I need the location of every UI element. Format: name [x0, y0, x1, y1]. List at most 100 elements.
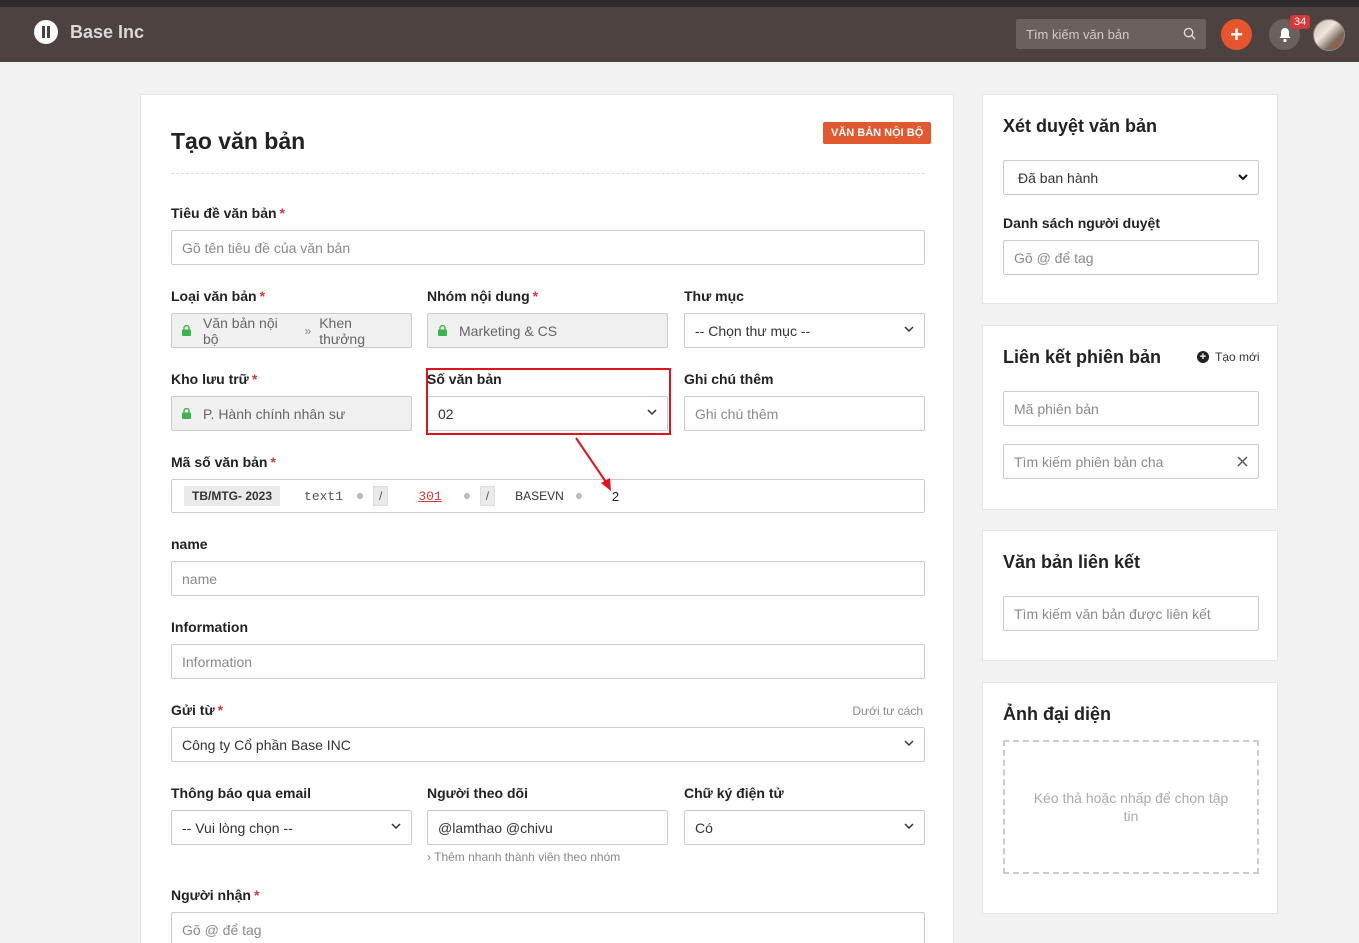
create-document-card: Tạo văn bản VĂN BẢN NỘI BỘ Tiêu đề văn b…: [140, 94, 954, 943]
information-input[interactable]: [182, 653, 914, 670]
chevron-down-icon: [904, 740, 914, 747]
sent-from-value: Công ty Cổ phần Base INC: [182, 736, 351, 753]
content-group-field: Marketing & CS: [427, 313, 668, 348]
plus-circle-icon: +: [1197, 351, 1209, 363]
parent-version-input[interactable]: [1014, 453, 1237, 470]
doc-code-text1: text1: [304, 488, 344, 504]
esign-select[interactable]: Có: [684, 810, 925, 845]
chevron-down-icon: [904, 326, 914, 333]
create-version-button[interactable]: + Tạo mới: [1197, 350, 1260, 364]
doc-title-field[interactable]: [171, 230, 925, 265]
name-input[interactable]: [182, 570, 914, 587]
user-avatar[interactable]: [1313, 19, 1345, 51]
content-group-label: Nhóm nội dung *: [427, 288, 539, 304]
add-button[interactable]: +: [1221, 19, 1252, 50]
version-code-input[interactable]: [1014, 400, 1248, 417]
internal-document-tag: VĂN BẢN NỘI BỘ: [823, 122, 932, 144]
cover-image-title: Ảnh đại diện: [1003, 704, 1111, 724]
doc-subtype-value: Khen thưởng: [319, 314, 366, 347]
doc-code-number[interactable]: 301: [418, 489, 441, 504]
linked-docs-panel: Văn bản liên kết: [982, 530, 1278, 661]
doc-code-prefix: TB/MTG- 2023: [184, 486, 281, 506]
review-status-value: Đã ban hành: [1018, 169, 1099, 186]
followers-value: @lamthao @chivu: [438, 819, 553, 836]
global-search[interactable]: [1016, 19, 1206, 49]
doc-type-field: Văn bản nội bộ » Khen thưởng: [171, 313, 412, 348]
name-label: name: [171, 536, 208, 552]
doc-code-builder[interactable]: TB/MTG- 2023 text1 / 301 / BASEVN 2: [171, 479, 925, 513]
doc-title-input[interactable]: [182, 239, 914, 256]
email-notify-select[interactable]: -- Vui lòng chọn --: [171, 810, 412, 845]
recipients-label: Người nhận *: [171, 887, 260, 903]
storage-value: P. Hành chính nhân sư: [203, 405, 346, 422]
bell-icon: [1279, 27, 1290, 42]
followers-field[interactable]: @lamthao @chivu: [427, 810, 668, 845]
cover-image-panel: Ảnh đại diện Kéo thả hoặc nhấp để chọn t…: [982, 682, 1278, 914]
doc-code-dot: [463, 493, 470, 499]
annotation-arrow: [575, 437, 611, 491]
doc-code-dot: [357, 493, 364, 499]
doc-title-label: Tiêu đề văn bản *: [171, 205, 285, 221]
linked-docs-search[interactable]: [1003, 596, 1259, 631]
doc-type-value: Văn bản nội bộ: [203, 314, 278, 347]
top-navigation-bar: Base Inc + 34: [0, 0, 1359, 62]
version-link-title: Liên kết phiên bản: [1003, 347, 1162, 367]
recipients-field[interactable]: [171, 912, 925, 943]
folder-select-value: -- Chọn thư mục --: [695, 322, 811, 339]
doc-code-label: Mã số văn bản *: [171, 454, 276, 470]
email-notify-value: -- Vui lòng chọn --: [182, 819, 293, 836]
content-group-value: Marketing & CS: [459, 322, 558, 339]
storage-field: P. Hành chính nhân sư: [171, 396, 412, 431]
note-label: Ghi chú thêm: [684, 371, 774, 387]
review-status-select[interactable]: Đã ban hành: [1003, 160, 1259, 195]
divider: [171, 173, 925, 174]
quick-add-group-link[interactable]: › Thêm nhanh thành viên theo nhóm: [427, 850, 620, 864]
linked-docs-title: Văn bản liên kết: [1003, 552, 1141, 572]
doc-code-slash: /: [373, 486, 389, 506]
information-label: Information: [171, 619, 248, 635]
recipients-input[interactable]: [182, 921, 914, 938]
brand[interactable]: Base Inc: [34, 20, 144, 44]
doc-code-slash: /: [479, 486, 496, 506]
close-icon[interactable]: [1237, 456, 1248, 467]
search-icon[interactable]: [1183, 27, 1196, 40]
page-title: Tạo văn bản: [171, 128, 306, 154]
folder-label: Thư mục: [684, 288, 744, 304]
note-input[interactable]: [695, 405, 914, 422]
create-version-label: Tạo mới: [1215, 350, 1260, 364]
brand-name: Base Inc: [70, 21, 145, 42]
email-notify-label: Thông báo qua email: [171, 785, 312, 801]
brand-logo-icon: [34, 20, 58, 44]
esign-label: Chữ ký điện tử: [684, 785, 784, 801]
review-title: Xét duyệt văn bản: [1003, 116, 1158, 136]
storage-label: Kho lưu trữ *: [171, 371, 258, 387]
lock-icon: [182, 408, 191, 419]
approvers-field[interactable]: [1003, 240, 1259, 275]
approvers-input[interactable]: [1014, 249, 1248, 266]
linked-docs-input[interactable]: [1014, 605, 1248, 622]
sent-from-hint: Dưới tư cách: [852, 704, 923, 718]
global-search-input[interactable]: [1026, 26, 1176, 42]
parent-version-search[interactable]: [1003, 444, 1259, 479]
sent-from-label: Gửi từ *: [171, 702, 224, 718]
review-panel: Xét duyệt văn bản Đã ban hành Danh sách …: [982, 94, 1278, 304]
notification-count-badge: 34: [1290, 15, 1311, 29]
sent-from-select[interactable]: Công ty Cổ phần Base INC: [171, 727, 925, 762]
lock-icon: [182, 325, 191, 336]
name-field[interactable]: [171, 561, 925, 596]
breadcrumb-separator: »: [304, 323, 312, 338]
note-field[interactable]: [684, 396, 925, 431]
file-dropzone[interactable]: Kéo thả hoặc nhấp để chọn tập tin: [1003, 740, 1259, 874]
information-field[interactable]: [171, 644, 925, 679]
chevron-down-icon: [391, 823, 401, 830]
version-code-field[interactable]: [1003, 391, 1259, 426]
lock-icon: [438, 325, 447, 336]
folder-select[interactable]: -- Chọn thư mục --: [684, 313, 925, 348]
chevron-down-icon: [1238, 174, 1248, 181]
doc-type-label: Loại văn bản *: [171, 288, 266, 304]
dropzone-text: Kéo thả hoặc nhấp để chọn tập tin: [1033, 790, 1229, 824]
version-link-panel: Liên kết phiên bản + Tạo mới: [982, 325, 1278, 510]
esign-value: Có: [695, 819, 713, 836]
annotation-highlight-box: [426, 368, 671, 435]
approvers-label: Danh sách người duyệt: [1003, 215, 1161, 231]
